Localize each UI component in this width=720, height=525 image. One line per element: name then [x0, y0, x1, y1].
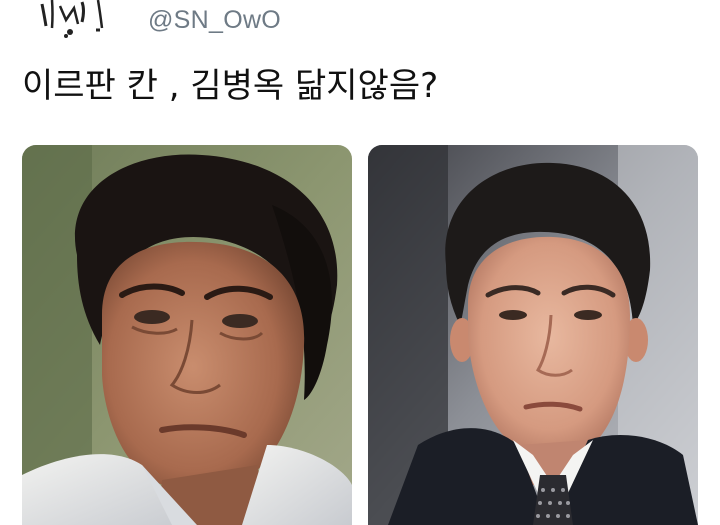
photo-right[interactable]: [368, 145, 698, 525]
photo-left[interactable]: [22, 145, 352, 525]
portrait-left-image: [22, 145, 352, 525]
portrait-right-image: [368, 145, 698, 525]
user-handle[interactable]: @SN_OwO: [148, 6, 281, 35]
avatar-drawing-icon: [22, 0, 118, 44]
avatar[interactable]: [22, 0, 118, 44]
tweet: @SN_OwO 이르판 칸 , 김병옥 닮지않음?: [0, 0, 720, 525]
media-grid: [22, 145, 698, 525]
tweet-header: @SN_OwO: [0, 0, 720, 50]
tweet-text: 이르판 칸 , 김병옥 닮지않음?: [22, 66, 439, 106]
